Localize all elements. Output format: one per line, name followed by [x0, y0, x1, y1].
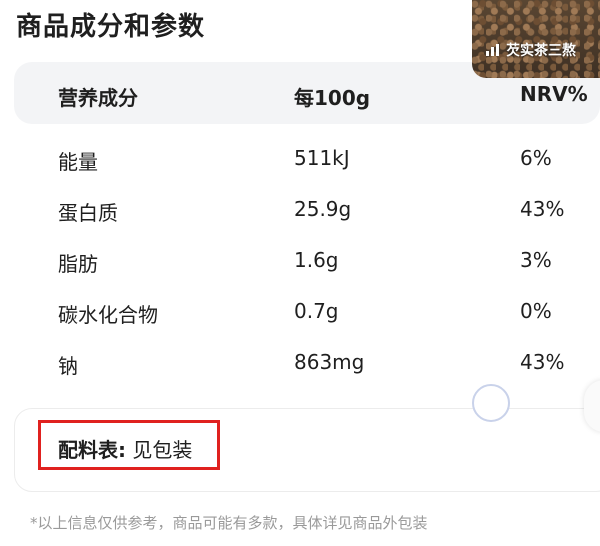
row-nrv: 3% [520, 248, 552, 272]
row-nutrient-name: 碳水化合物 [58, 303, 158, 327]
signal-bars-icon [486, 44, 499, 56]
header-nutrient: 营养成分 [58, 86, 138, 110]
video-label-row: 芡实茶三熬 [486, 40, 576, 60]
ingredients-row: 配料表: 见包装 [58, 434, 192, 463]
row-nrv: 43% [520, 350, 565, 374]
row-amount: 511kJ [294, 146, 350, 170]
disclaimer-text: *以上信息仅供参考，商品可能有多款，具体详见商品外包装 [30, 514, 428, 532]
floating-circle-button[interactable] [472, 384, 510, 422]
row-amount: 1.6g [294, 248, 339, 272]
video-label: 芡实茶三熬 [506, 43, 576, 59]
row-amount: 863mg [294, 350, 365, 374]
header-nrv: NRV% [520, 82, 588, 106]
header-per-100g: 每100g [294, 86, 371, 110]
row-nutrient-name: 能量 [58, 150, 98, 174]
nutrition-table: 营养成分 每100g NRV% 能量 511kJ 6% 蛋白质 25.9g 43… [14, 62, 600, 392]
page-title: 商品成分和参数 [16, 12, 206, 42]
row-nutrient-name: 蛋白质 [58, 201, 118, 225]
row-nrv: 0% [520, 299, 552, 323]
row-nutrient-name: 脂肪 [58, 252, 98, 276]
row-nrv: 6% [520, 146, 552, 170]
row-nutrient-name: 钠 [58, 354, 78, 378]
floating-video-thumbnail[interactable]: 芡实茶三熬 [472, 0, 600, 78]
row-nrv: 43% [520, 197, 565, 221]
row-amount: 0.7g [294, 299, 339, 323]
row-amount: 25.9g [294, 197, 352, 221]
ingredients-value: 见包装 [132, 438, 193, 462]
ingredients-label: 配料表: [58, 438, 126, 462]
